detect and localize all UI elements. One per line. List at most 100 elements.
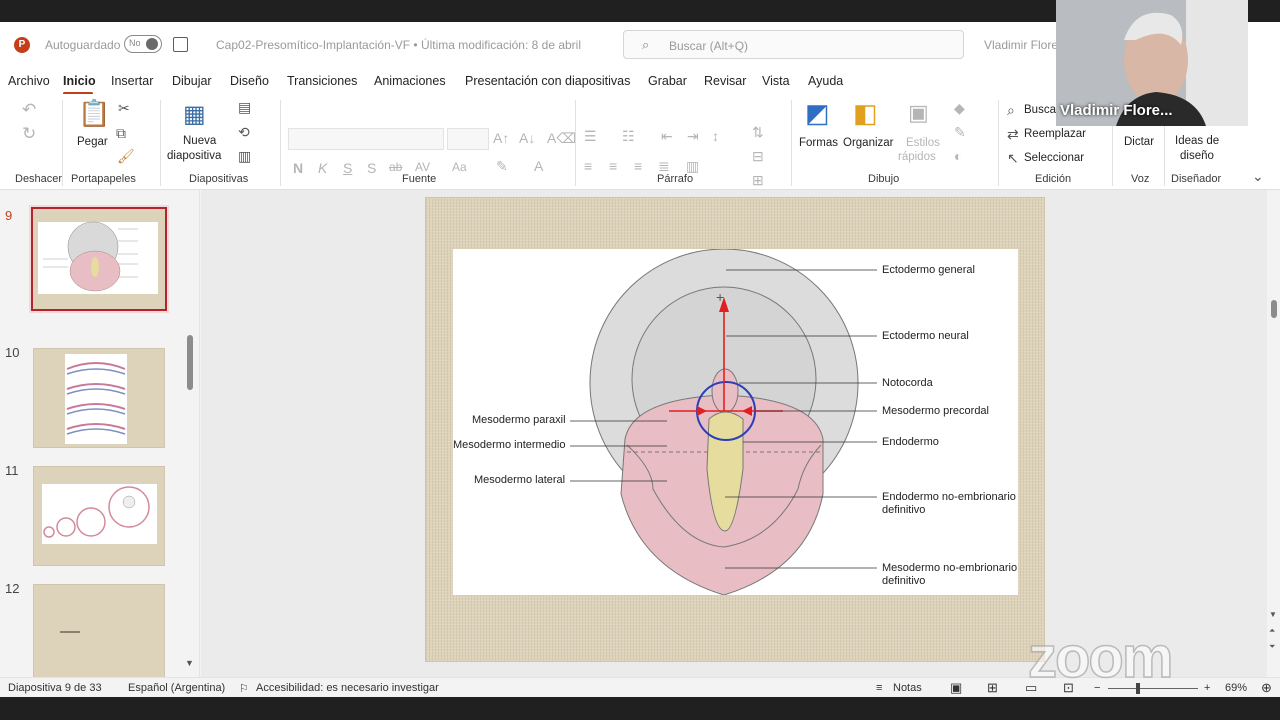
quick-styles-label-1[interactable]: Estilos <box>906 137 940 149</box>
shape-fill-icon[interactable]: ◆ <box>954 100 965 117</box>
char-spacing-button[interactable]: AV <box>415 160 430 174</box>
save-icon[interactable] <box>173 37 188 52</box>
thumbnail-slide-9[interactable] <box>31 207 167 311</box>
scroll-down-icon[interactable]: ▼ <box>1269 610 1277 619</box>
decrease-indent-icon[interactable]: ⇤ <box>661 128 673 145</box>
find-icon[interactable]: ⌕ <box>1007 102 1015 119</box>
increase-font-icon[interactable]: A↑ <box>493 130 509 146</box>
layout-icon[interactable]: ▤ <box>238 99 251 116</box>
arrange-button[interactable]: Organizar <box>843 137 894 149</box>
shape-outline-icon[interactable]: ✎ <box>954 124 966 141</box>
design-ideas-label-1[interactable]: Ideas de <box>1175 135 1219 147</box>
arrange-icon[interactable]: ◧ <box>853 98 878 129</box>
find-button[interactable]: Buscar <box>1024 104 1060 116</box>
tab-insertar[interactable]: Insertar <box>111 74 153 88</box>
line-spacing-icon[interactable]: ↕ <box>712 128 719 144</box>
tab-inicio[interactable]: Inicio <box>63 74 96 88</box>
select-icon[interactable]: ↖ <box>1007 150 1019 167</box>
zoom-in-icon[interactable]: + <box>1204 682 1210 694</box>
quick-styles-icon[interactable]: ▣ <box>908 100 929 126</box>
tab-diseno[interactable]: Diseño <box>230 74 269 88</box>
font-size-select[interactable] <box>447 128 489 150</box>
design-ideas-label-2[interactable]: diseño <box>1180 150 1214 162</box>
align-right-icon[interactable]: ≡ <box>634 158 642 174</box>
thumbnail-preview <box>38 221 158 294</box>
cut-icon[interactable]: ✂ <box>118 100 130 117</box>
tab-transiciones[interactable]: Transiciones <box>287 74 357 88</box>
smartart-icon[interactable]: ⊞ <box>752 172 764 189</box>
clear-format-icon[interactable]: A⌫ <box>547 130 576 147</box>
label-notocorda: Notocorda <box>882 377 933 389</box>
collapse-ribbon-icon[interactable]: ⌄ <box>1252 168 1264 185</box>
tab-revisar[interactable]: Revisar <box>704 74 746 88</box>
align-center-icon[interactable]: ≡ <box>609 158 617 174</box>
thumbnail-slide-10[interactable] <box>33 348 165 448</box>
prev-slide-icon[interactable]: ⏶ <box>1269 626 1275 636</box>
change-case-button[interactable]: Aa <box>452 160 467 174</box>
shapes-icon[interactable]: ◩ <box>805 98 830 129</box>
search-box[interactable]: ⌕ Buscar (Alt+Q) <box>623 30 964 59</box>
normal-view-icon[interactable]: ▣ <box>950 680 962 696</box>
new-slide-icon[interactable]: ▦ <box>183 100 206 129</box>
scroll-down-icon[interactable]: ▼ <box>185 658 194 668</box>
language[interactable]: Español (Argentina) <box>128 682 225 694</box>
decrease-font-icon[interactable]: A↓ <box>519 130 535 146</box>
group-editing-label: Edición <box>1035 173 1072 185</box>
section-icon[interactable]: ▥ <box>238 148 251 165</box>
thumbnail-scrollbar[interactable] <box>187 335 193 390</box>
copy-icon[interactable]: ⧉ <box>116 125 126 142</box>
tab-vista[interactable]: Vista <box>762 74 790 88</box>
highlight-icon[interactable]: ✎ <box>496 158 508 175</box>
font-color-icon[interactable]: A <box>534 158 543 174</box>
numbering-icon[interactable]: ☷ <box>622 128 635 145</box>
paste-icon[interactable]: 📋 <box>78 98 110 129</box>
document-title[interactable]: Cap02-Presomítico-Implantación-VF • Últi… <box>216 38 581 52</box>
text-direction-icon[interactable]: ⇅ <box>752 124 764 141</box>
notes-button[interactable]: Notas <box>893 682 922 694</box>
new-slide-label-2[interactable]: diapositiva <box>167 150 221 162</box>
shape-effects-icon[interactable]: ◐ <box>954 148 962 164</box>
format-painter-icon[interactable]: 🖌 <box>117 148 135 165</box>
vertical-scrollbar[interactable]: ▼ ⏶ ⏷ <box>1267 190 1280 677</box>
tab-animaciones[interactable]: Animaciones <box>374 74 446 88</box>
tab-archivo[interactable]: Archivo <box>8 74 50 88</box>
autosave-toggle[interactable]: No <box>124 35 162 53</box>
next-slide-icon[interactable]: ⏷ <box>1269 642 1275 652</box>
scrollbar-thumb[interactable] <box>1271 300 1277 318</box>
underline-button[interactable]: S <box>343 160 352 176</box>
redo-icon[interactable]: ↻ <box>22 124 36 144</box>
tab-ayuda[interactable]: Ayuda <box>808 74 843 88</box>
italic-button[interactable]: K <box>318 160 327 176</box>
replace-button[interactable]: Reemplazar <box>1024 128 1086 140</box>
paste-button[interactable]: Pegar <box>77 136 108 148</box>
tab-dibujar[interactable]: Dibujar <box>172 74 212 88</box>
new-slide-label-1[interactable]: Nueva <box>183 135 216 147</box>
bold-button[interactable]: N <box>293 160 303 176</box>
bullets-icon[interactable]: ☰ <box>584 128 597 145</box>
accessibility-icon[interactable]: ⚐ <box>239 682 249 695</box>
shadow-button[interactable]: S <box>367 160 376 176</box>
notes-icon[interactable]: ≡ <box>876 682 882 694</box>
accessibility-status[interactable]: Accesibilidad: es necesario investigar <box>256 682 439 694</box>
select-button[interactable]: Seleccionar <box>1024 152 1084 164</box>
slide-sorter-icon[interactable]: ⊞ <box>987 680 998 696</box>
thumbnail-slide-11[interactable] <box>33 466 165 566</box>
font-family-select[interactable] <box>288 128 444 150</box>
align-left-icon[interactable]: ≡ <box>584 158 592 174</box>
strikethrough-button[interactable]: ab <box>389 160 402 174</box>
align-text-icon[interactable]: ⊟ <box>752 148 764 165</box>
tab-presentacion[interactable]: Presentación con diapositivas <box>465 74 630 88</box>
dictate-button[interactable]: Dictar <box>1124 136 1154 148</box>
fit-slide-icon[interactable]: ⊕ <box>1261 680 1272 696</box>
zoom-level[interactable]: 69% <box>1225 682 1247 694</box>
undo-icon[interactable]: ↶ <box>22 100 36 120</box>
label-mesodermo-lateral: Mesodermo lateral <box>474 474 566 486</box>
replace-icon[interactable]: ⇄ <box>1007 126 1019 143</box>
quick-styles-label-2[interactable]: rápidos <box>898 151 936 163</box>
shapes-button[interactable]: Formas <box>799 137 838 149</box>
reset-icon[interactable]: ⟲ <box>238 124 250 141</box>
increase-indent-icon[interactable]: ⇥ <box>687 128 699 145</box>
thumbnail-slide-12[interactable] <box>33 584 165 684</box>
user-name[interactable]: Vladimir Flores <box>984 38 1064 52</box>
tab-grabar[interactable]: Grabar <box>648 74 687 88</box>
